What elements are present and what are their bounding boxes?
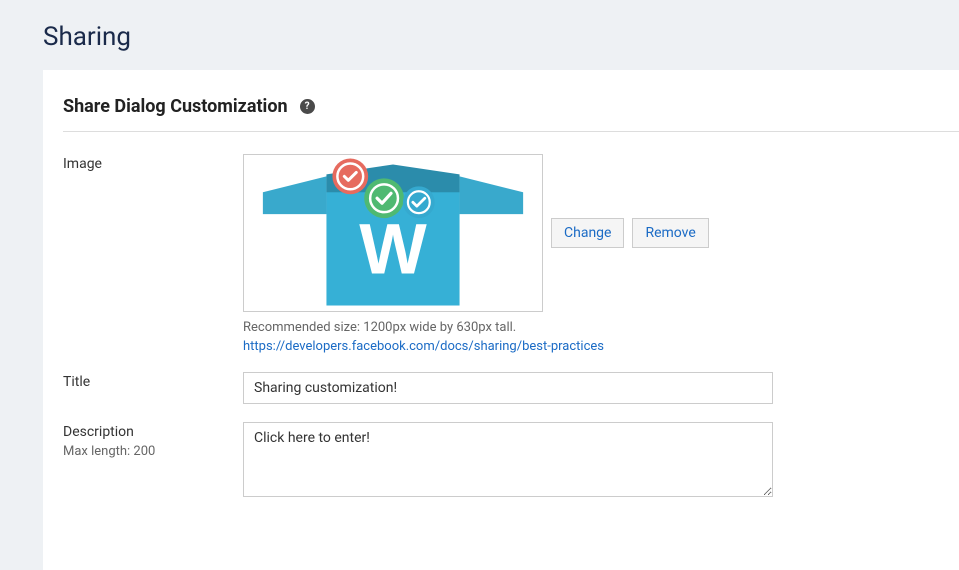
title-row: Title bbox=[63, 372, 959, 404]
title-label-col: Title bbox=[63, 372, 243, 404]
image-label-col: Image bbox=[63, 154, 243, 354]
image-label: Image bbox=[63, 156, 243, 172]
settings-card: Share Dialog Customization ? Image bbox=[43, 70, 959, 570]
svg-text:W: W bbox=[359, 210, 427, 290]
title-label: Title bbox=[63, 374, 243, 390]
image-preview: W bbox=[243, 154, 543, 312]
help-icon[interactable]: ? bbox=[300, 99, 315, 114]
image-hint: Recommended size: 1200px wide by 630px t… bbox=[243, 320, 939, 335]
image-value-col: W Change bbox=[243, 154, 959, 354]
title-input[interactable] bbox=[243, 372, 773, 404]
description-label-col: Description Max length: 200 bbox=[63, 422, 243, 501]
description-value-col bbox=[243, 422, 959, 501]
image-hint-link[interactable]: https://developers.facebook.com/docs/sha… bbox=[243, 339, 604, 354]
description-sublabel: Max length: 200 bbox=[63, 444, 243, 459]
remove-button[interactable]: Remove bbox=[632, 218, 708, 248]
section-title: Share Dialog Customization bbox=[63, 96, 288, 117]
description-row: Description Max length: 200 bbox=[63, 422, 959, 501]
image-row: Image W bbox=[63, 154, 959, 354]
title-value-col bbox=[243, 372, 959, 404]
box-illustration-icon: W bbox=[244, 154, 542, 312]
page-title: Sharing bbox=[0, 0, 959, 70]
description-input[interactable] bbox=[243, 422, 773, 497]
change-button[interactable]: Change bbox=[551, 218, 624, 248]
description-label: Description bbox=[63, 424, 243, 440]
section-header: Share Dialog Customization ? bbox=[63, 96, 959, 132]
